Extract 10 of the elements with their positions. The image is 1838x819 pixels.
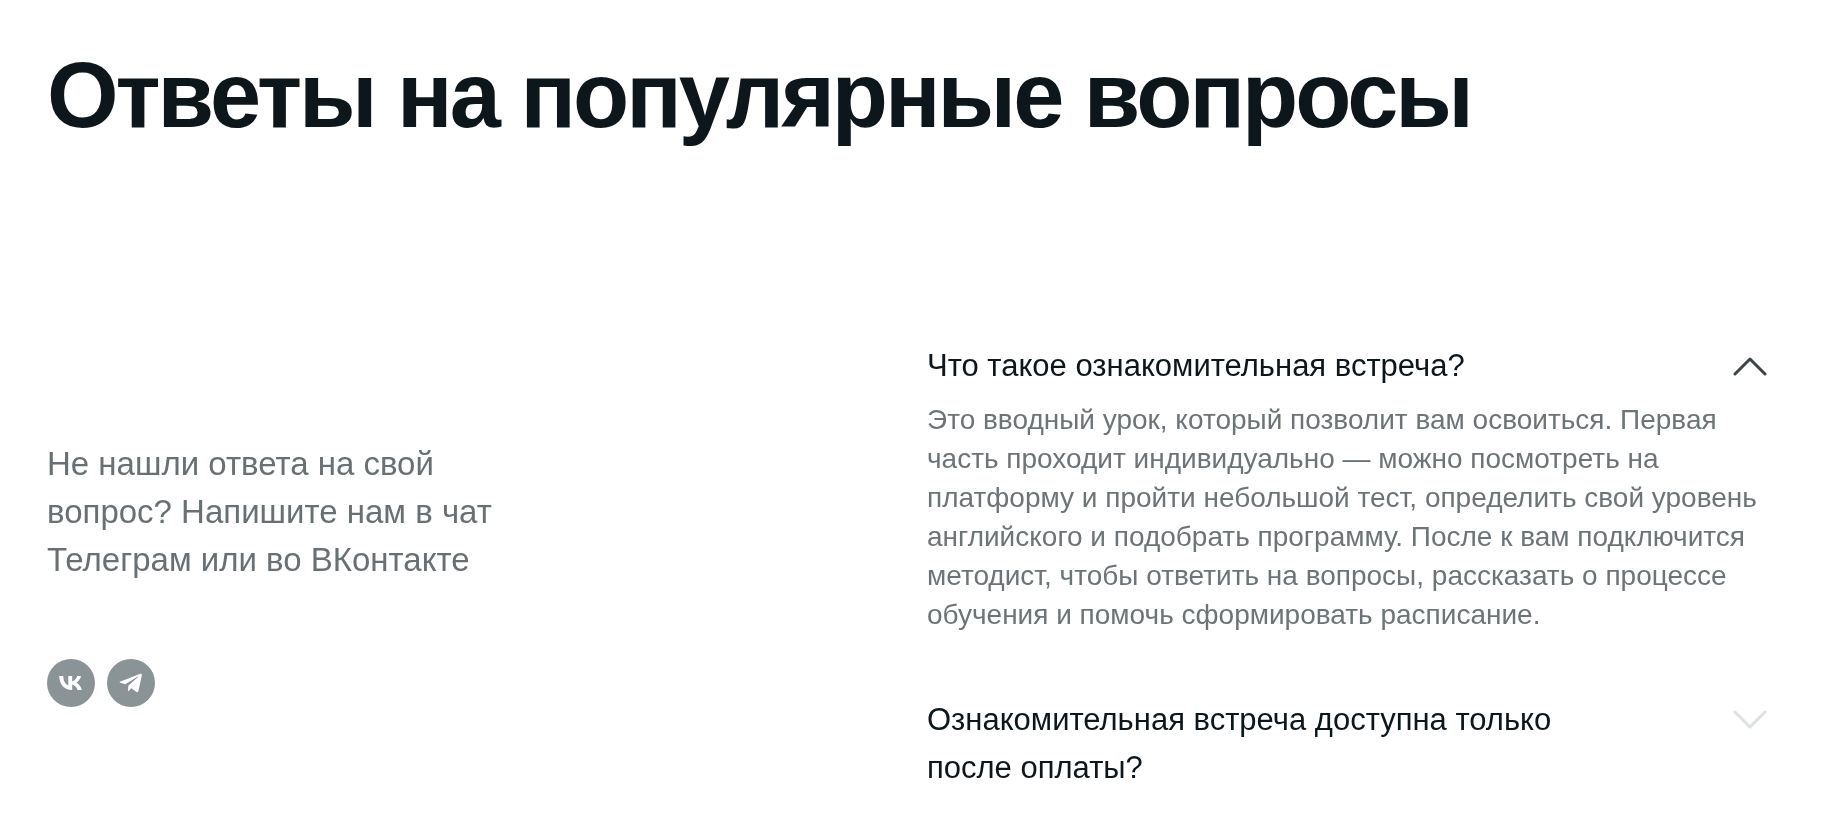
page-heading: Ответы на популярные вопросы [47, 43, 1471, 148]
faq-answer-text: Это вводный урок, который позволит вам освоиться. Первая часть проходит индивидуально — можно посмотреть на платформу и пройти небольшой тест, определить свой уровень английского и подобрать программу. После к вам подключится методист, чтобы ответить на вопросы, рассказать о процессе обучения и помочь сформировать расписание. [927, 403, 1758, 632]
vk-link-button[interactable] [47, 659, 95, 707]
telegram-link-button[interactable] [107, 659, 155, 707]
vk-logo-icon [59, 676, 83, 690]
contact-prompt-text: Не нашли ответа на свой вопрос? Напишите нам в чат Телеграм или во ВКонтакте [47, 444, 493, 580]
faq-question[interactable]: Что такое ознакомительная встреча? [927, 342, 1465, 390]
faq-question[interactable]: Ознакомительная встреча доступна только после оплаты? [927, 696, 1617, 792]
paper-plane-icon [119, 673, 143, 693]
chevron-up-icon[interactable] [1733, 356, 1767, 376]
